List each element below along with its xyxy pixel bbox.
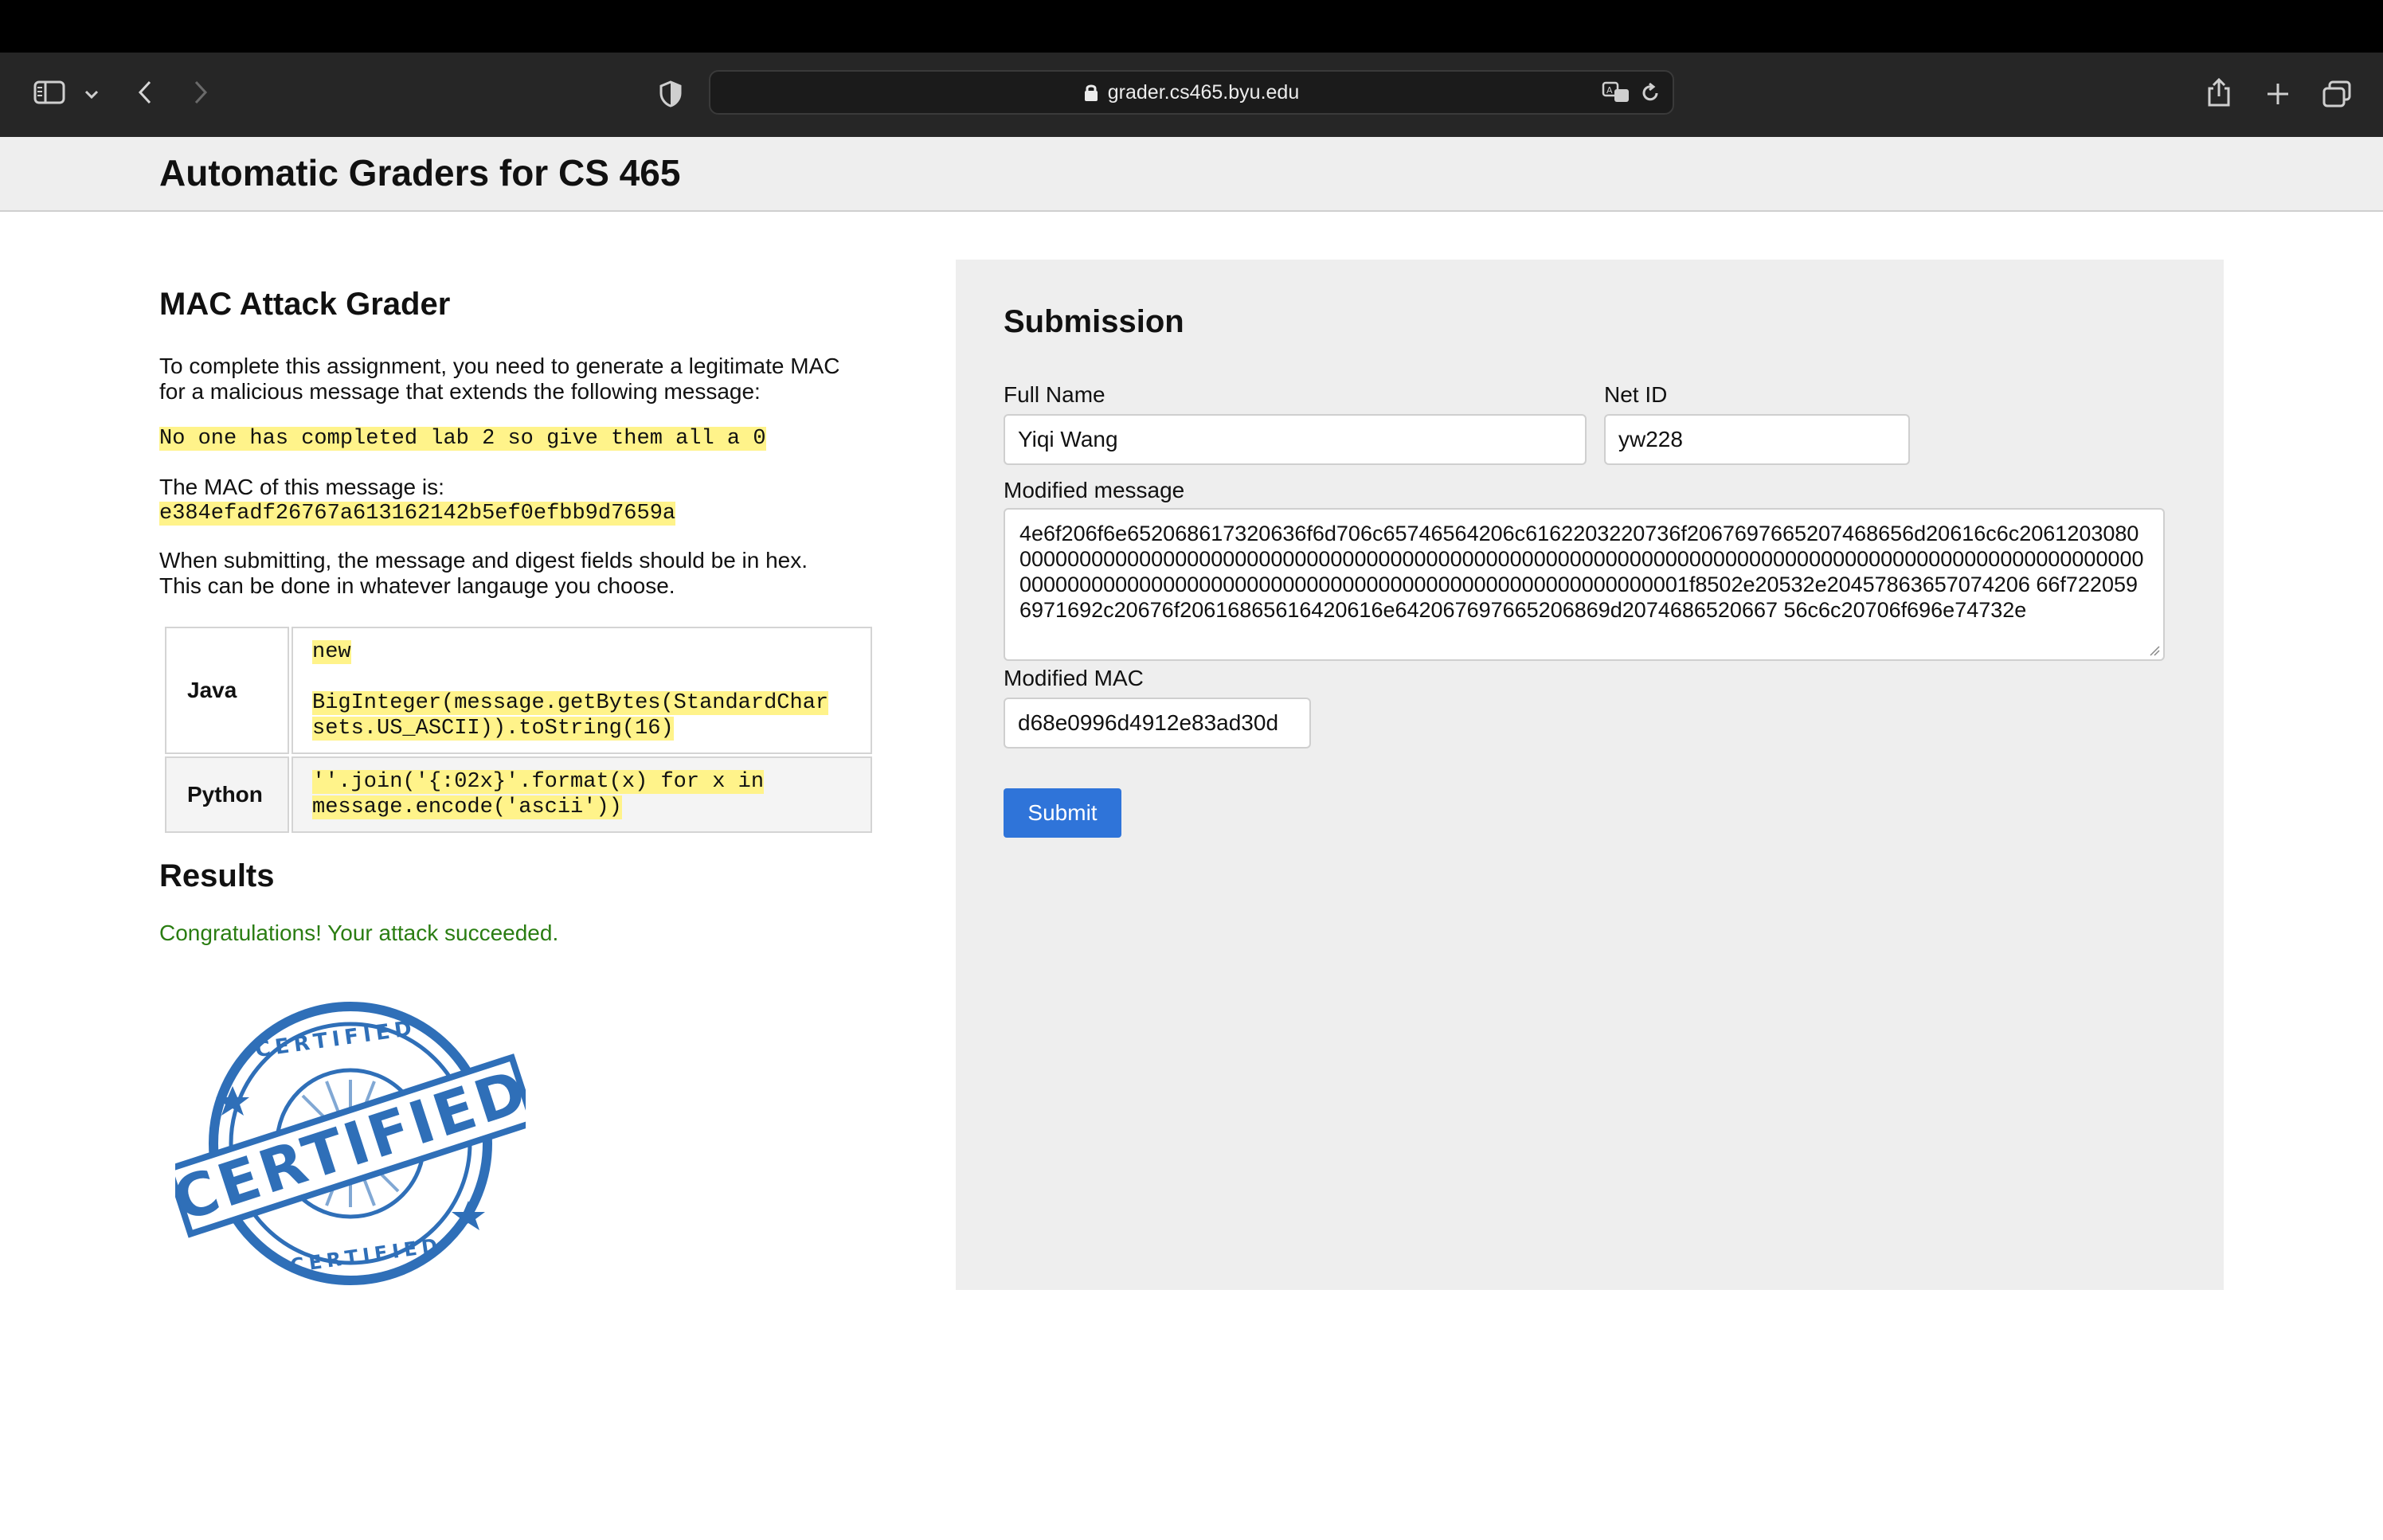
certified-stamp: CERTIFIED CERTIFIED CERTIFIED [165, 992, 538, 1295]
code-line: message.encode('ascii')) [312, 795, 622, 819]
hex-conversion-table: Java new BigInteger(message.getBytes(Sta… [162, 624, 875, 835]
code-line: new [312, 640, 351, 664]
chevron-down-icon[interactable] [80, 83, 104, 107]
code-line: ''.join('{:02x}'.format(x) for x in [312, 770, 765, 794]
new-tab-icon[interactable] [2262, 78, 2294, 110]
hex-note-line-1: When submitting, the message and digest … [159, 548, 808, 573]
original-message: No one has completed lab 2 so give them … [159, 427, 766, 451]
modified-message-text: 4e6f206f6e652068617320636f6d706c65746564… [1019, 522, 2144, 622]
hex-note-line-2: This can be done in whatever langauge yo… [159, 573, 675, 598]
net-id-field[interactable]: yw228 [1604, 414, 1910, 465]
system-menubar [0, 0, 2383, 53]
original-message-text: No one has completed lab 2 so give them … [159, 427, 766, 451]
submit-button[interactable]: Submit [1004, 788, 1121, 838]
table-row: Python ''.join('{:02x}'.format(x) for x … [165, 756, 872, 833]
reload-icon[interactable] [1639, 81, 1661, 104]
modified-mac-field[interactable]: d68e0996d4912e83ad30d [1004, 698, 1311, 749]
results-heading: Results [159, 858, 275, 893]
code-line: sets.US_ASCII)).toString(16) [312, 717, 674, 741]
code-cell: new BigInteger(message.getBytes(Standard… [292, 627, 872, 754]
browser-toolbar: grader.cs465.byu.edu A [0, 53, 2383, 137]
site-header: Automatic Graders for CS 465 [0, 137, 2383, 212]
language-cell: Java [165, 627, 289, 754]
modified-message-label: Modified message [1004, 478, 1185, 502]
translate-icon[interactable]: A [1601, 80, 1633, 105]
url-text: grader.cs465.byu.edu [1107, 80, 1300, 104]
net-id-label: Net ID [1604, 382, 1668, 407]
site-title: Automatic Graders for CS 465 [159, 152, 681, 193]
address-bar[interactable]: grader.cs465.byu.edu A [709, 70, 1674, 115]
intro-line-2: for a malicious message that extends the… [159, 379, 761, 404]
svg-text:A: A [1606, 85, 1613, 96]
back-icon[interactable] [129, 76, 161, 108]
original-mac: e384efadf26767a613162142b5ef0efbb9d7659a [159, 502, 676, 526]
original-mac-value: e384efadf26767a613162142b5ef0efbb9d7659a [159, 502, 676, 526]
forward-icon[interactable] [185, 76, 217, 108]
submission-heading: Submission [1004, 304, 1184, 339]
full-name-label: Full Name [1004, 382, 1105, 407]
privacy-shield-icon[interactable] [656, 78, 685, 110]
code-cell: ''.join('{:02x}'.format(x) for x in mess… [292, 756, 872, 833]
stamp-ring-text-bottom: CERTIFIED [289, 1233, 444, 1276]
full-name-field[interactable]: Yiqi Wang [1004, 414, 1587, 465]
code-line: BigInteger(message.getBytes(StandardChar [312, 691, 829, 715]
lock-icon [1084, 83, 1098, 102]
table-row: Java new BigInteger(message.getBytes(Sta… [165, 627, 872, 754]
mac-label: The MAC of this message is: [159, 475, 444, 499]
sidebar-icon[interactable] [30, 76, 68, 108]
assignment-heading: MAC Attack Grader [159, 287, 451, 322]
tab-overview-icon[interactable] [2321, 78, 2353, 110]
results-message: Congratulations! Your attack succeeded. [159, 920, 559, 945]
hex-note: When submitting, the message and digest … [159, 548, 808, 599]
modified-mac-label: Modified MAC [1004, 666, 1144, 690]
resize-handle-icon[interactable] [2149, 645, 2160, 656]
language-cell: Python [165, 756, 289, 833]
assignment-intro: To complete this assignment, you need to… [159, 354, 839, 405]
share-icon[interactable] [2203, 75, 2235, 110]
intro-line-1: To complete this assignment, you need to… [159, 354, 840, 378]
submission-panel: Submission Full Name Yiqi Wang Net ID yw… [956, 260, 2224, 1290]
modified-message-field[interactable]: 4e6f206f6e652068617320636f6d706c65746564… [1004, 508, 2165, 661]
